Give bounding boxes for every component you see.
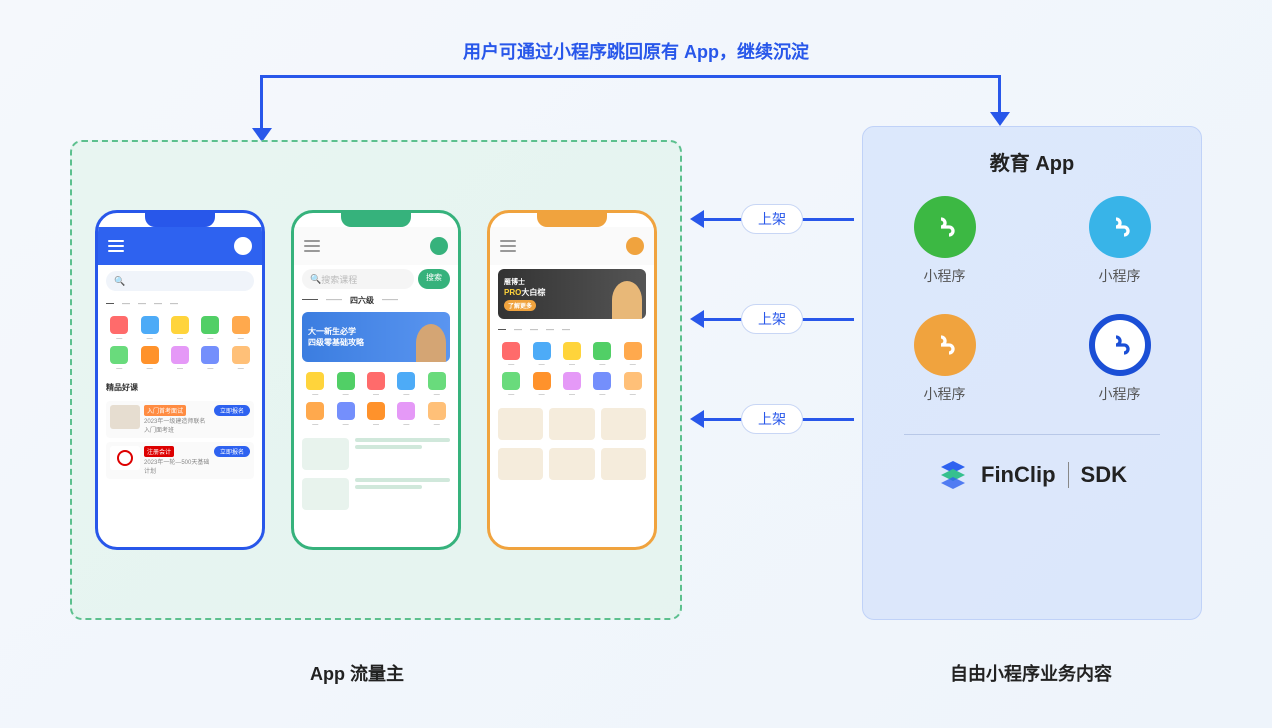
section-title: 精品好课	[98, 378, 262, 397]
phone-mockup-green: 🔍 搜索课程 搜索 ————四六级—— 大一新生必学 四级零基础攻略 — — —…	[291, 210, 461, 550]
miniprogram-label: 小程序	[1099, 266, 1141, 286]
arrow-into-right-panel	[990, 112, 1010, 126]
phone-header	[98, 227, 262, 265]
publish-arrow-1: 上架	[690, 210, 854, 228]
sdk-brand-row: FinClip SDK	[937, 459, 1127, 491]
phone-header	[294, 227, 458, 265]
divider	[904, 434, 1159, 435]
phone-notch	[341, 213, 411, 227]
miniprogram-grid: 小程序 小程序 小程序 小程序	[887, 196, 1177, 404]
avatar-icon	[430, 237, 448, 255]
divider-vertical	[1068, 462, 1069, 488]
category-tabs: ————四六级——	[294, 293, 458, 308]
miniprogram-label: 小程序	[1099, 384, 1141, 404]
miniprogram-icon	[914, 314, 976, 376]
search-button: 搜索	[418, 269, 450, 289]
app-owners-panel: 🔍 ————— — — — — — — — — — — 精品好课 入门首考面试 …	[70, 140, 682, 620]
phone-notch	[145, 213, 215, 227]
flow-line-left-down	[260, 75, 263, 133]
course-card-1: 入门首考面试 2023年一级建造师联名入门面考班 立即报名	[106, 401, 254, 438]
miniprogram-item: 小程序	[887, 314, 1002, 404]
feature-grid: — — — — — — — — — —	[490, 336, 654, 404]
panel-title: 教育 App	[990, 147, 1074, 176]
feature-grid: — — — — — — — — — —	[98, 310, 262, 378]
content-placeholder-row	[490, 444, 654, 484]
publish-pill: 上架	[741, 404, 803, 434]
flow-line-right-down	[998, 75, 1001, 117]
miniprogram-item: 小程序	[1062, 314, 1177, 404]
content-placeholder-row	[490, 404, 654, 444]
menu-icon	[108, 240, 124, 252]
miniprogram-item: 小程序	[887, 196, 1002, 286]
content-placeholder-row	[294, 474, 458, 514]
promo-banner: 大一新生必学 四级零基础攻略	[302, 312, 450, 362]
category-tabs: —————	[98, 297, 262, 310]
avatar-icon	[626, 237, 644, 255]
content-placeholder-row	[294, 434, 458, 474]
sdk-label: SDK	[1081, 462, 1127, 488]
phone-header	[490, 227, 654, 265]
search-bar: 🔍	[106, 271, 254, 291]
category-tabs: —————	[490, 323, 654, 336]
publish-arrow-2: 上架	[690, 310, 854, 328]
course-card-2: 注册会计 2023年一轮—500天基础计划 立即报名	[106, 442, 254, 479]
miniprogram-icon	[1089, 196, 1151, 258]
miniprogram-label: 小程序	[924, 384, 966, 404]
feature-grid: — — — — — — — — — —	[294, 366, 458, 434]
top-flow-caption: 用户可通过小程序跳回原有 App，继续沉淀	[463, 38, 809, 64]
phone-mockup-blue: 🔍 ————— — — — — — — — — — — 精品好课 入门首考面试 …	[95, 210, 265, 550]
miniprogram-label: 小程序	[924, 266, 966, 286]
finclip-brand-text: FinClip	[981, 462, 1056, 488]
miniprogram-icon	[1089, 314, 1151, 376]
miniprogram-item: 小程序	[1062, 196, 1177, 286]
finclip-logo-icon	[937, 459, 969, 491]
menu-icon	[500, 240, 516, 252]
avatar-icon	[234, 237, 252, 255]
flow-line-top	[260, 75, 1000, 78]
miniprogram-icon	[914, 196, 976, 258]
phone-mockup-orange: 雁博士 PROPRO大白棕大白棕 了解更多 ————— — — — — — — …	[487, 210, 657, 550]
promo-banner: 雁博士 PROPRO大白棕大白棕 了解更多	[498, 269, 646, 319]
phone-notch	[537, 213, 607, 227]
publish-pill: 上架	[741, 304, 803, 334]
publish-pill: 上架	[741, 204, 803, 234]
right-panel-caption: 自由小程序业务内容	[950, 660, 1112, 686]
publish-arrow-3: 上架	[690, 410, 854, 428]
search-bar: 🔍 搜索课程	[302, 269, 414, 289]
menu-icon	[304, 240, 320, 252]
education-app-panel: 教育 App 小程序 小程序 小程序 小程序	[862, 126, 1202, 620]
left-panel-caption: App 流量主	[310, 660, 404, 686]
